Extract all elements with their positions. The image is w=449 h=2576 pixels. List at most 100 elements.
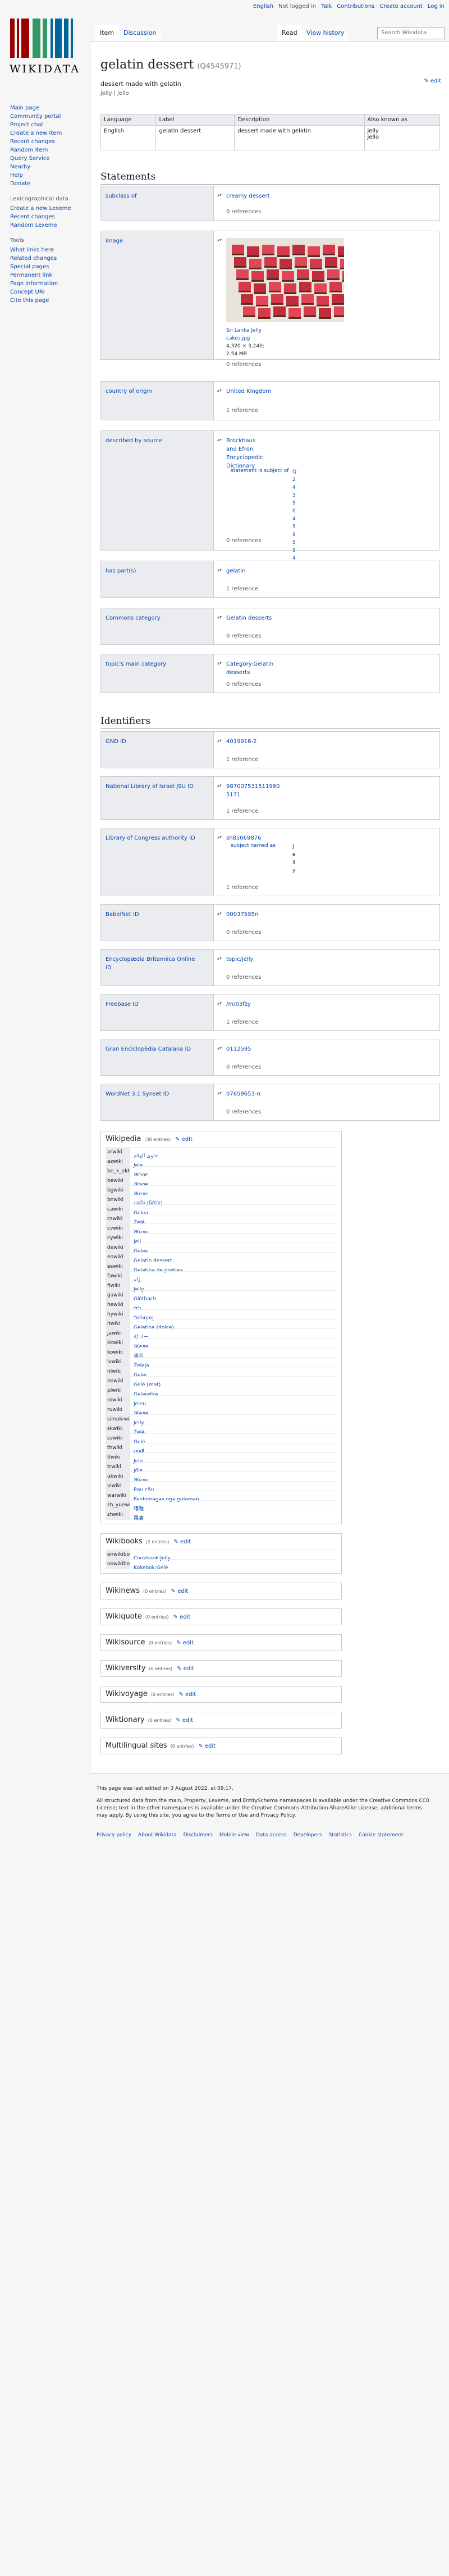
contributions-link[interactable]: Contributions xyxy=(337,3,374,10)
property-link[interactable]: subclass of xyxy=(106,192,201,200)
wikinews-edit-button[interactable]: ✎ edit xyxy=(171,1588,189,1594)
property-link[interactable]: GND ID xyxy=(106,737,201,746)
create-account-link[interactable]: Create account xyxy=(380,3,423,10)
sidebar-link[interactable]: Page information xyxy=(10,279,83,288)
login-link[interactable]: Log in xyxy=(428,3,445,10)
statement-value[interactable]: Category:Gelatin desserts xyxy=(226,660,288,677)
rank-icon[interactable]: ▴▾ xyxy=(217,956,222,961)
tab-item[interactable]: Item xyxy=(95,25,119,42)
rank-icon[interactable]: ▴▾ xyxy=(217,388,222,393)
rank-icon[interactable]: ▴▾ xyxy=(217,661,222,666)
rank-icon[interactable]: ▴▾ xyxy=(217,738,222,743)
statement-value[interactable]: /m/03fzy xyxy=(226,1000,251,1009)
sidebar-link[interactable]: Recent changes xyxy=(10,213,83,221)
sidebar-link[interactable]: Create a new Lexeme xyxy=(10,204,83,213)
sidebar-link[interactable]: Random Item xyxy=(10,146,83,154)
wikisource-edit-button[interactable]: ✎ edit xyxy=(176,1640,194,1646)
sidebar-link[interactable]: What links here xyxy=(10,246,83,254)
rank-icon[interactable]: ▴▾ xyxy=(217,1001,222,1006)
sidebar-link[interactable]: Cite this page xyxy=(10,296,83,305)
sidebar-link[interactable]: Query Service xyxy=(10,154,83,163)
references-toggle[interactable]: 1 reference xyxy=(226,586,258,592)
footer-link[interactable]: Developers xyxy=(294,1832,322,1838)
sidebar-link[interactable]: Special pages xyxy=(10,263,83,271)
wikivoyage-edit-button[interactable]: ✎ edit xyxy=(179,1692,196,1698)
qualifier-property[interactable]: subject named as xyxy=(231,843,276,849)
rank-icon[interactable]: ▴▾ xyxy=(217,437,222,442)
property-link[interactable]: country of origin xyxy=(106,387,201,396)
rank-icon[interactable]: ▴▾ xyxy=(217,192,222,198)
statement-value[interactable]: Gelatin desserts xyxy=(226,614,272,622)
sidebar-link[interactable]: Donate xyxy=(10,180,83,188)
qualifier-value[interactable]: Jelly xyxy=(292,843,297,874)
statement-value[interactable]: 07659653-n xyxy=(226,1090,260,1098)
sidebar-link[interactable]: Permanent link xyxy=(10,271,83,279)
references-toggle[interactable]: 0 references xyxy=(226,1109,262,1115)
statement-value[interactable]: creamy dessert xyxy=(226,192,270,200)
sidebar-link[interactable]: Nearby xyxy=(10,163,83,171)
qualifier-value[interactable]: Q24390459594 xyxy=(292,468,297,562)
rank-icon[interactable]: ▴▾ xyxy=(217,1046,222,1051)
qualifier-property[interactable]: statement is subject of xyxy=(231,468,288,474)
wikiquote-edit-button[interactable]: ✎ edit xyxy=(173,1614,190,1620)
sitelink-title[interactable]: 果凍 xyxy=(134,1516,144,1521)
wikibooks-edit-button[interactable]: ✎ edit xyxy=(173,1539,191,1545)
footer-link[interactable]: Cookie statement xyxy=(359,1832,404,1838)
property-link[interactable]: Encyclopædia Britannica Online ID xyxy=(106,955,201,972)
property-link[interactable]: image xyxy=(106,237,201,245)
wiktionary-edit-button[interactable]: ✎ edit xyxy=(176,1717,193,1724)
footer-link[interactable]: About Wikidata xyxy=(138,1832,177,1838)
references-toggle[interactable]: 0 references xyxy=(226,1064,262,1070)
multilingual-sites-edit-button[interactable]: ✎ edit xyxy=(198,1743,216,1749)
property-link[interactable]: WordNet 3.1 Synset ID xyxy=(106,1090,201,1098)
footer-link[interactable]: Mobile view xyxy=(219,1832,249,1838)
rank-icon[interactable]: ▴▾ xyxy=(217,1090,222,1096)
statement-value[interactable]: 0112595 xyxy=(226,1045,251,1053)
rank-icon[interactable]: ▴▾ xyxy=(217,783,222,788)
property-link[interactable]: has part(s) xyxy=(106,567,201,575)
rank-icon[interactable]: ▴▾ xyxy=(217,237,222,242)
footer-link[interactable]: Privacy policy xyxy=(97,1832,131,1838)
edit-labels-button[interactable]: ✎ edit xyxy=(424,78,441,84)
sidebar-link[interactable]: Main page xyxy=(10,104,83,112)
property-link[interactable]: topic's main category xyxy=(106,660,201,668)
statement-value[interactable]: United Kingdom xyxy=(226,387,271,396)
statement-value[interactable]: gelatin xyxy=(226,567,245,575)
references-toggle[interactable]: 1 reference xyxy=(226,407,258,414)
statement-value[interactable]: 4019916-2 xyxy=(226,737,257,746)
references-toggle[interactable]: 1 reference xyxy=(226,1019,258,1025)
sidebar-link[interactable]: Related changes xyxy=(10,254,83,263)
property-link[interactable]: Commons category xyxy=(106,614,201,622)
tab-history[interactable]: View history xyxy=(302,25,349,42)
statement-value[interactable]: 987007531511960 5171 xyxy=(226,782,280,799)
references-toggle[interactable]: 0 references xyxy=(226,361,262,368)
property-link[interactable]: National Library of Israel J9U ID xyxy=(106,782,201,791)
wikiversity-edit-button[interactable]: ✎ edit xyxy=(177,1666,194,1672)
rank-icon[interactable]: ▴▾ xyxy=(217,911,222,916)
sidebar-link[interactable]: Help xyxy=(10,171,83,180)
sidebar-link[interactable]: Create a new Item xyxy=(10,129,83,137)
sitelink-title[interactable]: Kokebok:Gelé xyxy=(134,1565,168,1571)
statement-value[interactable]: topic/jelly xyxy=(226,955,253,964)
statement-value[interactable]: sh85069876 xyxy=(226,834,261,842)
sidebar-link[interactable]: Project chat xyxy=(10,121,83,129)
rank-icon[interactable]: ▴▾ xyxy=(217,835,222,840)
property-link[interactable]: Freebase ID xyxy=(106,1000,201,1009)
references-toggle[interactable]: 1 reference xyxy=(226,884,258,891)
statement-value[interactable]: 00037595n xyxy=(226,910,258,919)
wikidata-logo[interactable]: WIKIDATA xyxy=(6,16,84,77)
references-toggle[interactable]: 1 reference xyxy=(226,757,258,763)
language-link[interactable]: English xyxy=(253,3,273,10)
references-toggle[interactable]: 0 references xyxy=(226,633,262,639)
sidebar-link[interactable]: Community portal xyxy=(10,112,83,121)
talk-link[interactable]: Talk xyxy=(321,3,332,10)
tab-read[interactable]: Read xyxy=(277,25,302,42)
search-input[interactable]: Search Wikidata xyxy=(377,27,445,39)
references-toggle[interactable]: 1 reference xyxy=(226,808,258,814)
references-toggle[interactable]: 0 references xyxy=(226,538,262,544)
references-toggle[interactable]: 0 references xyxy=(226,929,262,936)
image-filename[interactable]: Sri Lanka Jelly cakes.jpg xyxy=(226,327,265,342)
property-link[interactable]: Gran Enciclopèdia Catalana ID xyxy=(106,1045,201,1053)
rank-icon[interactable]: ▴▾ xyxy=(217,567,222,572)
sidebar-link[interactable]: Concept URI xyxy=(10,288,83,296)
